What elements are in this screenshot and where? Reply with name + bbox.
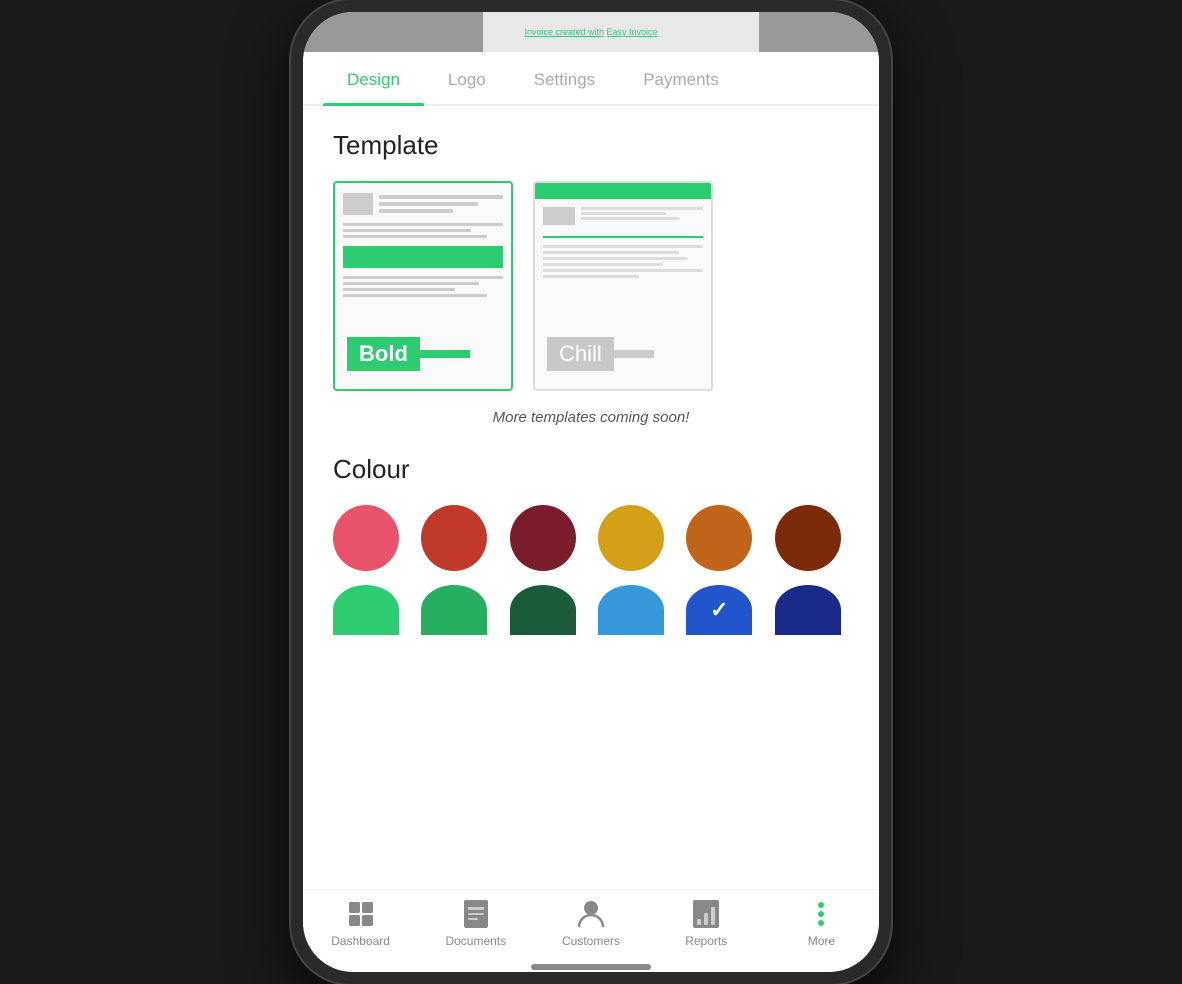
preview-right-block [759, 12, 879, 52]
nav-item-documents[interactable]: Documents [418, 898, 533, 948]
color-grid-row1: ✓ [333, 505, 849, 635]
nav-label-dashboard: Dashboard [331, 934, 390, 948]
bt-content-2 [343, 276, 503, 297]
tab-payments[interactable]: Payments [619, 52, 743, 104]
bt-header [343, 193, 503, 215]
bottom-navigation: Dashboard Documents [303, 889, 879, 960]
bt-small-line [343, 282, 479, 285]
color-swatch-dark-red[interactable] [510, 505, 576, 571]
bt-content [343, 223, 503, 238]
ct-lines [581, 207, 703, 225]
ct-logo [543, 207, 575, 225]
invoice-preview-bar: Invoice created with Easy Invoice [303, 12, 879, 52]
preview-left-block [303, 12, 483, 52]
dashboard-icon [345, 898, 377, 930]
tab-bar: Design Logo Settings Payments [303, 52, 879, 106]
bt-small-line [343, 229, 471, 232]
tab-settings[interactable]: Settings [510, 52, 619, 104]
ct-small [543, 275, 639, 278]
ct-line [581, 217, 679, 220]
ct-line [581, 212, 666, 215]
invoice-credit-text: Invoice created with Easy Invoice [524, 27, 657, 37]
selected-checkmark: ✓ [710, 597, 728, 623]
ct-content [543, 245, 703, 278]
bt-line [379, 209, 453, 213]
more-icon [805, 898, 837, 930]
color-swatch-red[interactable] [421, 505, 487, 571]
color-swatch-royal-blue[interactable]: ✓ [686, 585, 752, 635]
main-content: Template [303, 106, 879, 889]
nav-item-customers[interactable]: Customers [533, 898, 648, 948]
bt-line [379, 195, 503, 199]
bold-label-container: Bold [347, 337, 470, 371]
nav-label-customers: Customers [562, 934, 620, 948]
tab-logo[interactable]: Logo [424, 52, 510, 104]
ct-header-row [543, 207, 703, 225]
chill-label-line [614, 350, 654, 358]
colour-section-title: Colour [333, 454, 849, 485]
ct-divider [543, 236, 703, 238]
home-indicator [531, 964, 651, 970]
reports-icon [690, 898, 722, 930]
invoice-link: Easy Invoice [607, 27, 658, 37]
chill-label-container: Chill [547, 337, 654, 371]
nav-label-reports: Reports [685, 934, 727, 948]
phone-device: Invoice created with Easy Invoice Design… [291, 0, 891, 984]
ct-small [543, 263, 663, 266]
phone-screen: Invoice created with Easy Invoice Design… [303, 12, 879, 972]
bt-green-bar [343, 246, 503, 268]
nav-item-reports[interactable]: Reports [649, 898, 764, 948]
nav-label-more: More [808, 934, 835, 948]
bt-small-line [343, 288, 455, 291]
ct-line [581, 207, 703, 210]
ct-small [543, 257, 687, 260]
ct-small [543, 245, 703, 248]
customers-icon [575, 898, 607, 930]
color-swatch-dark-green[interactable] [510, 585, 576, 635]
bold-template-label: Bold [347, 337, 420, 371]
ct-small [543, 251, 679, 254]
color-swatch-green[interactable] [421, 585, 487, 635]
color-swatch-light-green[interactable] [333, 585, 399, 635]
bt-small-line [343, 294, 487, 297]
nav-label-documents: Documents [445, 934, 506, 948]
nav-item-more[interactable]: More [764, 898, 879, 948]
documents-icon [460, 898, 492, 930]
template-row: Bold [333, 181, 849, 391]
bt-small-line [343, 235, 487, 238]
template-card-bold[interactable]: Bold [333, 181, 513, 391]
bt-small-line [343, 276, 503, 279]
invoice-credit-label: Invoice created with [524, 27, 604, 37]
color-swatch-orange-brown[interactable] [686, 505, 752, 571]
color-swatch-blue[interactable] [598, 585, 664, 635]
bold-label-line [420, 350, 470, 358]
ct-top-bar [535, 183, 711, 199]
ct-small [543, 269, 703, 272]
bt-lines [379, 193, 503, 215]
bt-small-line [343, 223, 503, 226]
template-card-chill[interactable]: Chill [533, 181, 713, 391]
color-swatch-brown[interactable] [775, 505, 841, 571]
chill-template-label: Chill [547, 337, 614, 371]
tab-design[interactable]: Design [323, 52, 424, 104]
coming-soon-text: More templates coming soon! [333, 409, 849, 426]
color-swatch-pink-red[interactable] [333, 505, 399, 571]
color-swatch-navy[interactable] [775, 585, 841, 635]
bt-line [379, 202, 478, 206]
nav-item-dashboard[interactable]: Dashboard [303, 898, 418, 948]
bt-logo [343, 193, 373, 215]
color-swatch-yellow[interactable] [598, 505, 664, 571]
template-section-title: Template [333, 130, 849, 161]
